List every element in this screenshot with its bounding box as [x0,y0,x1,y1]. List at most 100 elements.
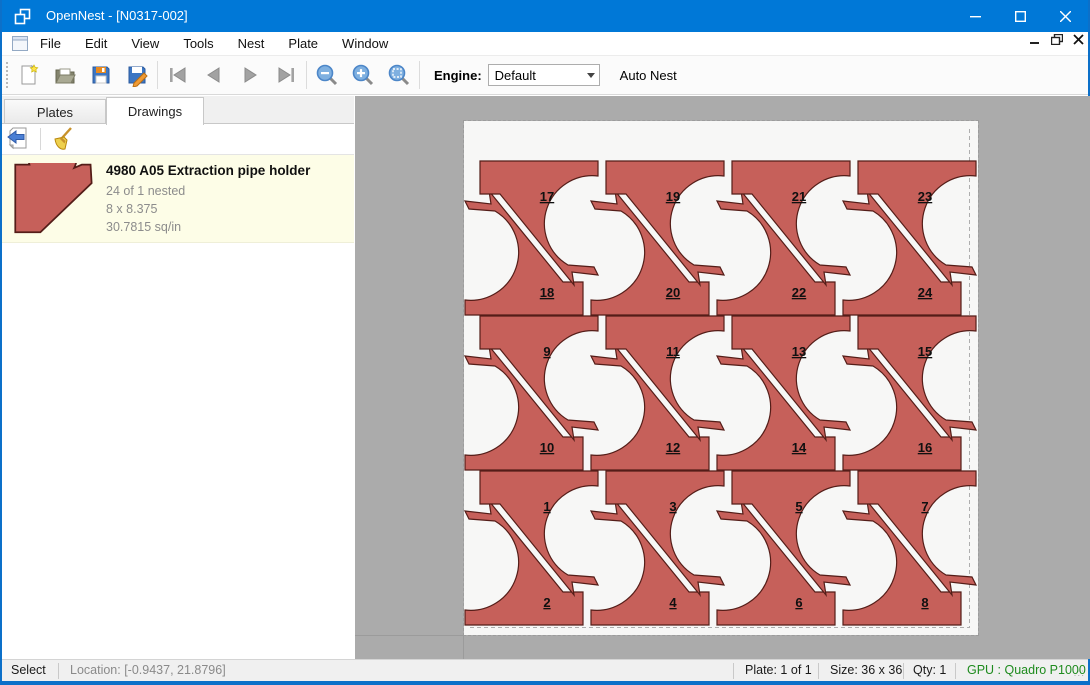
status-location: Location: [-0.9437, 21.8796] [70,663,226,677]
plate-guide-line [355,635,464,636]
save-as-button[interactable] [119,59,155,91]
next-plate-button[interactable] [232,59,268,91]
part-thumbnail [13,163,95,235]
tab-drawings-label: Drawings [128,104,182,119]
clean-button[interactable] [45,123,79,155]
part-number-label: 23 [918,189,932,204]
maximize-icon [1015,11,1026,22]
zoom-in-button[interactable] [345,59,381,91]
status-mode: Select [11,663,46,677]
status-qty: Qty: 1 [913,663,946,677]
status-plate: Plate: 1 of 1 [745,663,812,677]
tab-plates[interactable]: Plates [4,99,106,124]
plate[interactable]: 171819202122232491011121314151612345678 [464,121,978,635]
first-plate-icon [166,63,190,87]
part-number-label: 7 [921,499,928,514]
drawings-toolbar [2,124,354,155]
auto-nest-button[interactable]: Auto Nest [614,64,683,87]
previous-plate-button[interactable] [196,59,232,91]
tab-drawings[interactable]: Drawings [106,97,204,125]
resize-grip[interactable]: .:: [1074,668,1085,679]
status-size: Size: 36 x 36 [830,663,902,677]
part-number-label: 17 [540,189,554,204]
engine-value: Default [495,68,536,83]
save-as-icon [125,63,149,87]
part-number-label: 3 [669,499,676,514]
toolbar-separator [419,61,420,89]
app-icon [14,8,31,25]
part-number-label: 2 [543,595,550,610]
window-border [2,681,1088,685]
part-number-label: 22 [792,285,806,300]
menu-nest[interactable]: Nest [226,33,277,54]
part-number-label: 5 [795,499,802,514]
drawing-area: 30.7815 sq/in [106,218,310,236]
minimize-button[interactable] [953,0,998,32]
part-number-label: 1 [543,499,550,514]
maximize-button[interactable] [998,0,1043,32]
clean-broom-icon [49,126,75,152]
chevron-down-icon [587,73,595,78]
title-bar[interactable]: OpenNest - [N0317-002] [2,0,1088,32]
toolbar-separator [157,61,158,89]
engine-combobox[interactable]: Default [488,64,600,86]
open-button[interactable] [47,59,83,91]
previous-plate-icon [202,63,226,87]
toolbar-separator [306,61,307,89]
import-drawing-icon [6,126,32,152]
part-number-label: 9 [543,344,550,359]
menu-edit[interactable]: Edit [73,33,119,54]
save-icon [89,63,113,87]
menu-view[interactable]: View [119,33,171,54]
part-number-label: 14 [792,440,807,455]
menu-plate[interactable]: Plate [276,33,330,54]
nested-parts-layer: 171819202122232491011121314151612345678 [464,121,978,635]
part-number-label: 11 [666,344,680,359]
toolbar-separator [40,128,41,150]
tab-plates-label: Plates [37,105,73,120]
part-number-label: 19 [666,189,680,204]
part-number-label: 24 [918,285,933,300]
zoom-extents-button[interactable] [381,59,417,91]
first-plate-button[interactable] [160,59,196,91]
drawing-nested-count: 24 of 1 nested [106,182,310,200]
save-button[interactable] [83,59,119,91]
mdi-child-icon [12,36,28,51]
part-number-label: 6 [795,595,802,610]
menu-window[interactable]: Window [330,33,400,54]
status-bar: Select Location: [-0.9437, 21.8796] Plat… [2,659,1088,681]
minimize-icon [970,11,981,22]
close-icon [1060,11,1071,22]
last-plate-button[interactable] [268,59,304,91]
import-drawing-button[interactable] [2,123,36,155]
drawing-title: 4980 A05 Extraction pipe holder [106,163,310,178]
main-toolbar: Engine: Default Auto Nest [2,55,1088,95]
status-gpu: GPU : Quadro P1000 [967,663,1086,677]
plate-guide-line [463,636,464,659]
nesting-canvas[interactable]: 171819202122232491011121314151612345678 [355,96,1090,659]
open-folder-icon [53,63,77,87]
zoom-extents-icon [387,63,411,87]
part-number-label: 12 [666,440,680,455]
part-number-label: 4 [669,595,677,610]
mdi-close-icon[interactable] [1073,34,1084,45]
window-title: OpenNest - [N0317-002] [46,8,188,23]
drawing-dimensions: 8 x 8.375 [106,200,310,218]
part-number-label: 8 [921,595,928,610]
new-file-icon [17,63,41,87]
zoom-out-icon [315,63,339,87]
part-number-label: 16 [918,440,932,455]
zoom-out-button[interactable] [309,59,345,91]
part-number-label: 18 [540,285,554,300]
menu-file[interactable]: File [28,33,73,54]
mdi-minimize-icon[interactable] [1030,35,1041,45]
engine-label: Engine: [434,68,482,83]
close-button[interactable] [1043,0,1088,32]
drawing-list-item[interactable]: 4980 A05 Extraction pipe holder 24 of 1 … [2,155,354,243]
menu-tools[interactable]: Tools [171,33,225,54]
mdi-restore-icon[interactable] [1051,34,1063,45]
part-number-label: 13 [792,344,806,359]
new-file-button[interactable] [11,59,47,91]
part-number-label: 20 [666,285,680,300]
part-number-label: 10 [540,440,554,455]
